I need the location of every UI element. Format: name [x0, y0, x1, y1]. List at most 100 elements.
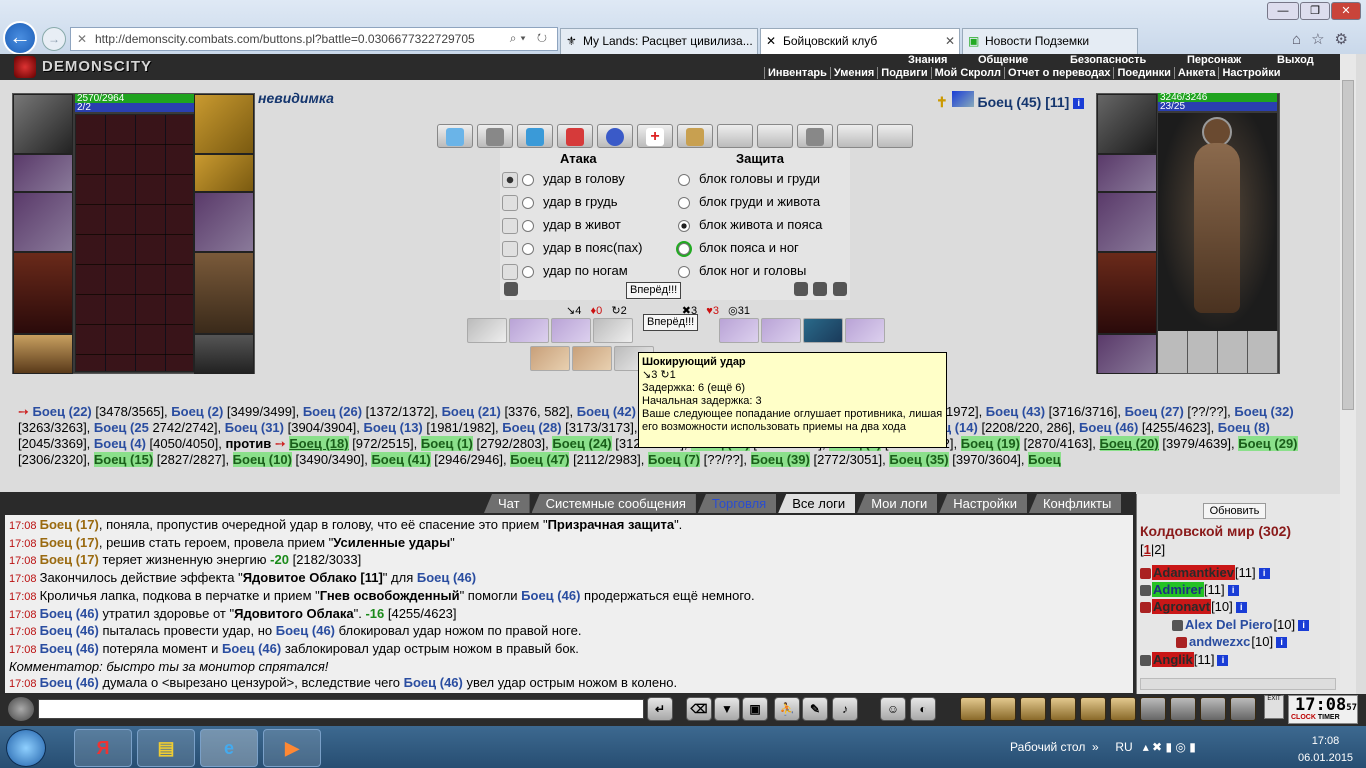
- info-icon[interactable]: i: [1298, 620, 1310, 632]
- skill-gift[interactable]: [557, 124, 593, 148]
- menu-personazh[interactable]: Персонаж: [1187, 54, 1241, 66]
- ie-task-icon[interactable]: e: [200, 729, 258, 767]
- minimize-button[interactable]: —: [1267, 2, 1299, 20]
- shield-icon[interactable]: [813, 282, 827, 296]
- combatant-name[interactable]: Боец (32): [1234, 404, 1293, 419]
- clear-icon[interactable]: ⌫: [686, 697, 712, 721]
- tactic-slot-3[interactable]: [551, 318, 591, 343]
- belt-slot[interactable]: [13, 334, 73, 374]
- refresh-button[interactable]: Обновить: [1203, 503, 1266, 519]
- rings-slot[interactable]: [194, 154, 254, 192]
- tactic-slot-5[interactable]: [719, 318, 759, 343]
- menu-settings[interactable]: Настройки: [1218, 67, 1283, 79]
- helmet-slot[interactable]: [13, 94, 73, 154]
- menu-skills[interactable]: Умения: [829, 67, 877, 79]
- attack-head[interactable]: удар в голову: [502, 171, 625, 188]
- quest-icon[interactable]: [1080, 697, 1106, 721]
- player-link[interactable]: Боец (17): [40, 517, 99, 532]
- online-player-row[interactable]: Agronavt[10] i: [1140, 599, 1247, 614]
- skill-empty-3[interactable]: [837, 124, 873, 148]
- walk-icon[interactable]: ⛹: [774, 697, 800, 721]
- send-button[interactable]: ↵: [647, 697, 673, 721]
- tactic-slot-10[interactable]: [572, 346, 612, 371]
- save-icon[interactable]: ▣: [742, 697, 768, 721]
- sword-icon[interactable]: [990, 697, 1016, 721]
- tactic-slot-8[interactable]: [845, 318, 885, 343]
- skill-empty-2[interactable]: [757, 124, 793, 148]
- combatant-name[interactable]: Боец (27): [1125, 404, 1184, 419]
- combatant-name[interactable]: Боец (20): [1099, 436, 1159, 451]
- chat-log[interactable]: 17:08 Боец (17), поняла, пропустив очере…: [5, 515, 1133, 693]
- player-link[interactable]: Боец (46): [404, 675, 463, 690]
- combatant-name[interactable]: Боец (43): [986, 404, 1045, 419]
- player-name[interactable]: andwezxc: [1188, 634, 1251, 649]
- player-link[interactable]: Боец (46): [417, 570, 476, 585]
- combatant-name[interactable]: Боец (28): [502, 420, 561, 435]
- home-icon[interactable]: ⌂: [1292, 31, 1311, 48]
- player-name[interactable]: Agronavt: [1152, 599, 1212, 614]
- maximize-button[interactable]: ❐: [1300, 2, 1330, 20]
- info-icon[interactable]: i: [1073, 97, 1085, 109]
- media-task-icon[interactable]: ▶: [263, 729, 321, 767]
- menu-vykhod[interactable]: Выход: [1277, 54, 1314, 66]
- attack-legs[interactable]: удар по ногам: [502, 263, 628, 280]
- skill-shadow[interactable]: [477, 124, 513, 148]
- page-1[interactable]: 1: [1144, 542, 1151, 557]
- player-name[interactable]: Adamantkiev: [1152, 565, 1235, 580]
- combatant-name[interactable]: Боец (2): [171, 404, 223, 419]
- menu-inventory[interactable]: Инвентарь: [764, 67, 830, 79]
- player-link[interactable]: Боец (46): [40, 606, 99, 621]
- combatant-name[interactable]: Боец: [1028, 452, 1061, 467]
- gear-icon[interactable]: ⚙: [1335, 31, 1358, 48]
- combatant-name[interactable]: Боец (41): [371, 452, 431, 467]
- player-name[interactable]: Alex Del Piero: [1184, 617, 1273, 632]
- combatant-name[interactable]: Боец (35): [889, 452, 949, 467]
- combatant-name[interactable]: Боец (31): [225, 420, 284, 435]
- tactic-shock-strike[interactable]: [803, 318, 843, 343]
- taskbar-clock[interactable]: 17:08 06.01.2015: [1298, 733, 1353, 767]
- combatant-name[interactable]: Боец (39): [750, 452, 810, 467]
- armor-slot[interactable]: [1097, 252, 1157, 334]
- menu-scroll[interactable]: Мой Скролл: [930, 67, 1004, 79]
- tab-all-logs[interactable]: Все логи: [778, 494, 856, 513]
- right-player-name[interactable]: ✝ Боец (45) [11] i: [936, 91, 1085, 111]
- player-link[interactable]: Боец (46): [40, 675, 99, 690]
- address-bar[interactable]: ✕ http://demonscity.combats.com/buttons.…: [70, 27, 558, 51]
- combatant-name[interactable]: Боец (47): [510, 452, 570, 467]
- filter-icon[interactable]: ▼: [714, 697, 740, 721]
- weapon-slot[interactable]: [13, 192, 73, 252]
- star-icon[interactable]: ☆: [1311, 31, 1334, 48]
- scrollbar-thumb[interactable]: [1342, 80, 1354, 410]
- combatant-name[interactable]: Боец (26): [303, 404, 362, 419]
- online-player-row[interactable]: Admirer[11] i: [1140, 582, 1239, 597]
- friends-icon[interactable]: [1170, 697, 1196, 721]
- browser-tab-mylands[interactable]: ⚜ My Lands: Расцвет цивилиза...: [560, 28, 758, 54]
- combatant-name[interactable]: Боец (24): [552, 436, 612, 451]
- tab-system[interactable]: Системные сообщения: [531, 494, 696, 513]
- chest-icon[interactable]: [1050, 697, 1076, 721]
- tab-settings[interactable]: Настройки: [939, 494, 1027, 513]
- helmet-slot[interactable]: [1097, 94, 1157, 154]
- flag-icon[interactable]: [1230, 697, 1256, 721]
- combatant-name[interactable]: Боец (25: [94, 420, 149, 435]
- belt-slot[interactable]: [1097, 334, 1157, 374]
- shield-icon[interactable]: [504, 282, 518, 296]
- skill-cancel[interactable]: [797, 124, 833, 148]
- weapon-slot[interactable]: [1097, 192, 1157, 252]
- page-2[interactable]: 2: [1154, 542, 1161, 557]
- browser-toolbar-icons[interactable]: ⌂☆⚙: [1292, 30, 1358, 48]
- player-name[interactable]: Admirer: [1152, 582, 1204, 597]
- legs-slot[interactable]: [194, 252, 254, 334]
- tab-my-logs[interactable]: Мои логи: [857, 494, 938, 513]
- start-button[interactable]: [6, 729, 46, 767]
- smiley-menu-icon[interactable]: [8, 697, 34, 721]
- player-link[interactable]: Боец (17): [40, 535, 99, 550]
- go-button[interactable]: Вперёд!!!: [626, 282, 682, 299]
- online-player-row[interactable]: Alex Del Piero[10] i: [1172, 617, 1310, 632]
- spell-grid[interactable]: [75, 114, 194, 372]
- tactic-slot-6[interactable]: [761, 318, 801, 343]
- offhand-slot[interactable]: [194, 192, 254, 252]
- browser-tab-news[interactable]: ▣ Новости Подземки: [962, 28, 1138, 54]
- combatant-name[interactable]: Боец (8): [1218, 420, 1270, 435]
- tab-conflicts[interactable]: Конфликты: [1028, 494, 1122, 513]
